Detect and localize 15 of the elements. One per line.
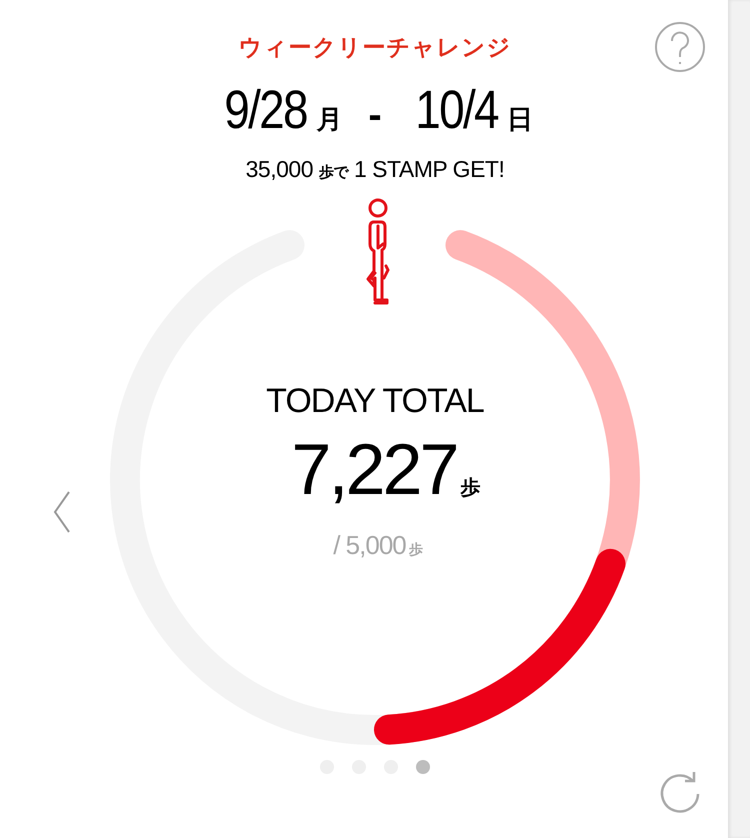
step-unit: 歩 [460, 476, 481, 501]
step-target: / 5,000 [333, 530, 406, 561]
challenge-title: ウィークリーチャレンジ [238, 33, 512, 62]
goal-text: 35,000 歩で 1 STAMP GET! [246, 155, 504, 184]
page-dot[interactable] [416, 760, 430, 774]
today-total-label: TODAY TOTAL [266, 381, 484, 422]
date-separator: - [368, 93, 382, 138]
end-weekday: 日 [506, 103, 533, 136]
end-date: 10/4 [414, 80, 498, 140]
start-weekday: 月 [316, 103, 342, 136]
help-icon[interactable] [654, 21, 706, 73]
start-date: 9/28 [224, 80, 308, 140]
step-count: 7,227 [291, 430, 457, 510]
chevron-left-icon[interactable] [52, 490, 72, 534]
target-unit: 歩 [408, 541, 423, 559]
